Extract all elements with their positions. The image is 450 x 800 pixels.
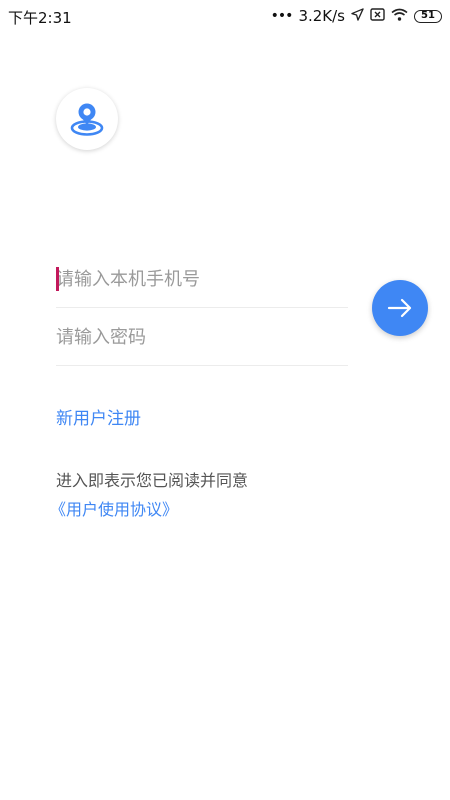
- location-arrow-icon: [351, 7, 364, 25]
- app-logo: [56, 88, 118, 150]
- password-input[interactable]: [56, 309, 348, 365]
- text-caret: [56, 267, 59, 291]
- user-agreement-link[interactable]: 《用户使用协议》: [50, 496, 178, 520]
- phone-input[interactable]: [56, 251, 348, 307]
- status-time: 下午2:31: [8, 9, 72, 27]
- register-link[interactable]: 新用户注册: [56, 404, 141, 429]
- login-screen: 下午2:31 ••• 3.2K/s 51 请输入本机手机号 新用户注册 进入即表…: [0, 0, 450, 800]
- phone-field: [56, 251, 348, 308]
- status-bar: 下午2:31 ••• 3.2K/s 51: [0, 0, 450, 34]
- arrow-right-icon: [387, 298, 412, 318]
- battery-icon: 51: [414, 9, 442, 23]
- password-field: [56, 309, 348, 366]
- submit-button[interactable]: [372, 280, 428, 336]
- status-indicators: ••• 3.2K/s 51: [271, 7, 442, 25]
- wifi-icon: [391, 7, 408, 25]
- agreement-text: 进入即表示您已阅读并同意: [56, 471, 249, 490]
- network-speed: 3.2K/s: [298, 7, 345, 25]
- sim-off-icon: [370, 7, 385, 25]
- signal-dots-icon: •••: [270, 8, 294, 24]
- location-pin-logo-icon: [70, 103, 104, 136]
